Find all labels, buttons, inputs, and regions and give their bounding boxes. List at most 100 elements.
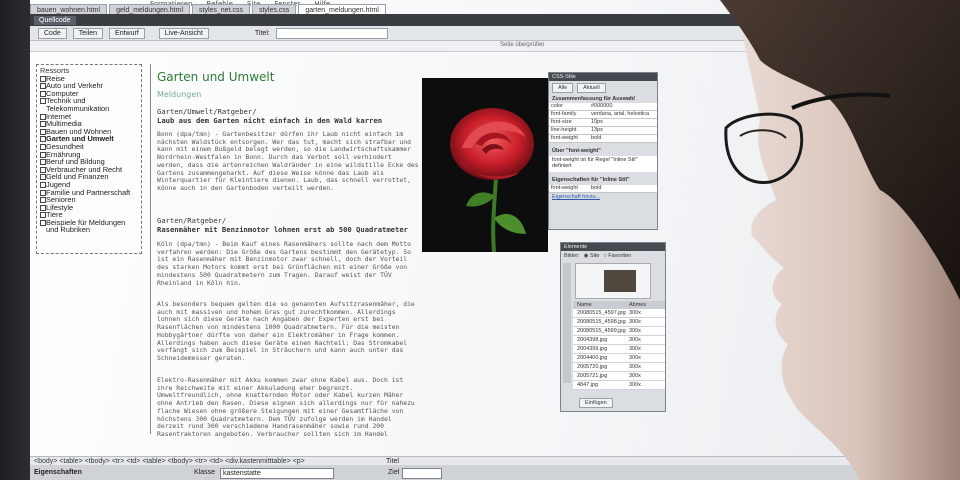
screen: Formatieren Befehle Site Fenster Hilfe b…: [0, 0, 960, 480]
css-prop-name: color: [551, 103, 563, 109]
summary-title: Zusammenfassung für Auswahl: [552, 96, 635, 102]
css-styles-panel: CSS-Stile Alle Aktuell Zusammenfassung f…: [548, 72, 658, 230]
radio-site[interactable]: ◉ Site: [584, 253, 600, 259]
asset-file-row[interactable]: 2004400.jpg 300x: [573, 354, 665, 363]
asset-file-name: 2004399.jpg: [577, 346, 608, 352]
asset-file-name: 2005720.jpg: [577, 364, 608, 370]
css-summary-row[interactable]: font-family verdana, arial, helvetica: [549, 111, 657, 119]
properties-label: Eigenschaften: [34, 469, 82, 476]
nav-item[interactable]: Beispiele für Meldungen und Rubriken: [40, 219, 138, 234]
asset-file-name: 2005721.jpg: [577, 373, 608, 379]
asset-file-size: 300x: [629, 346, 641, 352]
add-property-link[interactable]: Eigenschaft hinzu...: [549, 193, 657, 201]
properties-panel: Eigenschaften Klasse kastenstatte Titel …: [30, 458, 890, 480]
assets-panel-title: Elemente: [561, 243, 665, 251]
css-prop-name: line-height: [551, 127, 577, 133]
asset-file-row[interactable]: 2004399.jpg 300x: [573, 345, 665, 354]
asset-file-size: 300x: [629, 382, 641, 388]
css-prop-value: #000000: [591, 103, 613, 109]
titel-label: Titel: [386, 458, 399, 465]
quellcode-button[interactable]: Quellcode: [34, 15, 76, 25]
article-1-headline: Laub aus dem Garten nicht einfach in den…: [157, 116, 383, 125]
rose-image: [422, 78, 548, 252]
css-summary-row[interactable]: color #000000: [549, 103, 657, 111]
asset-file-row[interactable]: 2004398.jpg 300x: [573, 336, 665, 345]
asset-file-size: 300x: [629, 337, 641, 343]
title-label: Titel:: [254, 29, 270, 37]
tab-aktuell[interactable]: Aktuell: [577, 83, 606, 93]
code-view-button[interactable]: Code: [38, 27, 67, 39]
asset-file-row[interactable]: 2005720.jpg 300x: [573, 363, 665, 372]
col-size[interactable]: Abmes: [629, 301, 646, 309]
asset-file-row[interactable]: 4847.jpg 300x: [573, 381, 665, 390]
klasse-select[interactable]: kastenstatte: [220, 468, 334, 479]
asset-file-row[interactable]: 20080515_4599.jpg 300x: [573, 327, 665, 336]
css-summary-row[interactable]: line-height 13px: [549, 127, 657, 135]
css-prop-name: font-family: [551, 111, 577, 117]
article-1: Garten/Umwelt/Ratgeber/ Laub aus dem Gar…: [157, 107, 419, 193]
asset-file-name: 2004400.jpg: [577, 355, 608, 361]
article-1-body: Bonn (dpa/tmn) - Gartenbesitzer dürfen i…: [157, 131, 419, 192]
insert-button[interactable]: Einfügen: [579, 398, 613, 408]
css-panel-title: CSS-Stile: [549, 73, 657, 81]
title-input[interactable]: [275, 27, 388, 39]
asset-file-name: 20080515_4597.jpg: [577, 310, 626, 316]
css-prop-value: verdana, arial, helvetica: [591, 111, 650, 117]
asset-preview: [575, 263, 651, 299]
asset-file-row[interactable]: 20080515_4597.jpg 300x: [573, 309, 665, 318]
design-view-button[interactable]: Entwurf: [109, 27, 145, 39]
article-2-crumb: Garten/Ratgeber/: [157, 216, 227, 225]
prop-row[interactable]: font-weight bold: [549, 185, 657, 193]
view-toolbar: Code Teilen Entwurf Live-Ansicht Titel:: [30, 26, 750, 41]
asset-category-icons[interactable]: [563, 263, 571, 383]
asset-file-size: 300x: [629, 310, 641, 316]
css-prop-value: 10px: [591, 119, 603, 125]
prop-key: font-weight: [551, 185, 578, 191]
sub-toolbar: Seite überprüfen: [30, 41, 750, 52]
css-summary-row[interactable]: font-weight bold: [549, 135, 657, 143]
css-prop-name: font-size: [551, 119, 572, 125]
asset-file-name: 4847.jpg: [577, 382, 599, 388]
check-page-button[interactable]: Seite überprüfen: [500, 42, 544, 48]
page-title: Garten und Umwelt: [157, 70, 275, 84]
view-label: Bilder:: [564, 253, 580, 259]
article-2-headline: Rasenmäher mit Benzinmotor lohnen erst a…: [157, 225, 408, 234]
radio-site-label: Site: [589, 253, 600, 259]
asset-file-name: 20080515_4599.jpg: [577, 328, 626, 334]
ziel-label: Ziel: [388, 469, 400, 476]
nav-item[interactable]: Technik und Telekommunikation: [40, 97, 138, 112]
asset-file-size: 300x: [629, 328, 641, 334]
klasse-label: Klasse: [194, 469, 216, 476]
tab-alle[interactable]: Alle: [552, 83, 574, 93]
prop-value: bold: [591, 185, 602, 191]
asset-file-size: 300x: [629, 319, 641, 325]
radio-favoriten-label: Favoriten: [608, 253, 632, 259]
live-view-button[interactable]: Live-Ansicht: [158, 27, 209, 39]
asset-file-size: 300x: [629, 355, 641, 361]
asset-file-row[interactable]: 20080515_4598.jpg 300x: [573, 318, 665, 327]
article-2-body-2: Als besonders bequem gelten die so genan…: [157, 301, 415, 362]
article-2: Garten/Ratgeber/ Rasenmäher mit Benzinmo…: [157, 216, 419, 439]
asset-file-name: 2004398.jpg: [577, 337, 608, 343]
props-title: Eigenschaften für "Inline Stil": [552, 177, 630, 183]
radio-favoriten[interactable]: ○ Favoriten: [603, 253, 631, 259]
asset-file-name: 20080515_4598.jpg: [577, 319, 626, 325]
article-1-crumb: Garten/Umwelt/Ratgeber/: [157, 107, 257, 116]
monitor-bezel: [0, 0, 30, 480]
css-prop-value: 13px: [591, 127, 603, 133]
document-toolbar: Quellcode: [30, 14, 750, 26]
css-prop-name: font-weight: [551, 135, 578, 141]
section-subtitle: Meldungen: [157, 90, 202, 99]
css-summary-row[interactable]: font-size 10px: [549, 119, 657, 127]
col-name[interactable]: Name: [577, 301, 629, 309]
article-2-body-3: Elektro-Rasenmäher mit Akku kommen zwar …: [157, 377, 415, 439]
info-title: Über "font-weight": [552, 148, 601, 154]
asset-file-size: 300x: [629, 373, 641, 379]
ziel-select[interactable]: [402, 468, 442, 479]
asset-file-size: 300x: [629, 364, 641, 370]
asset-file-row[interactable]: 2005721.jpg 300x: [573, 372, 665, 381]
ressorts-nav: Ressorts Reise Auto und Verkehr Computer Te…: [36, 64, 142, 254]
css-prop-value: bold: [591, 135, 602, 141]
split-view-button[interactable]: Teilen: [72, 27, 104, 39]
info-text: font-weight ist für Regel "Inline Stil" …: [549, 156, 657, 172]
